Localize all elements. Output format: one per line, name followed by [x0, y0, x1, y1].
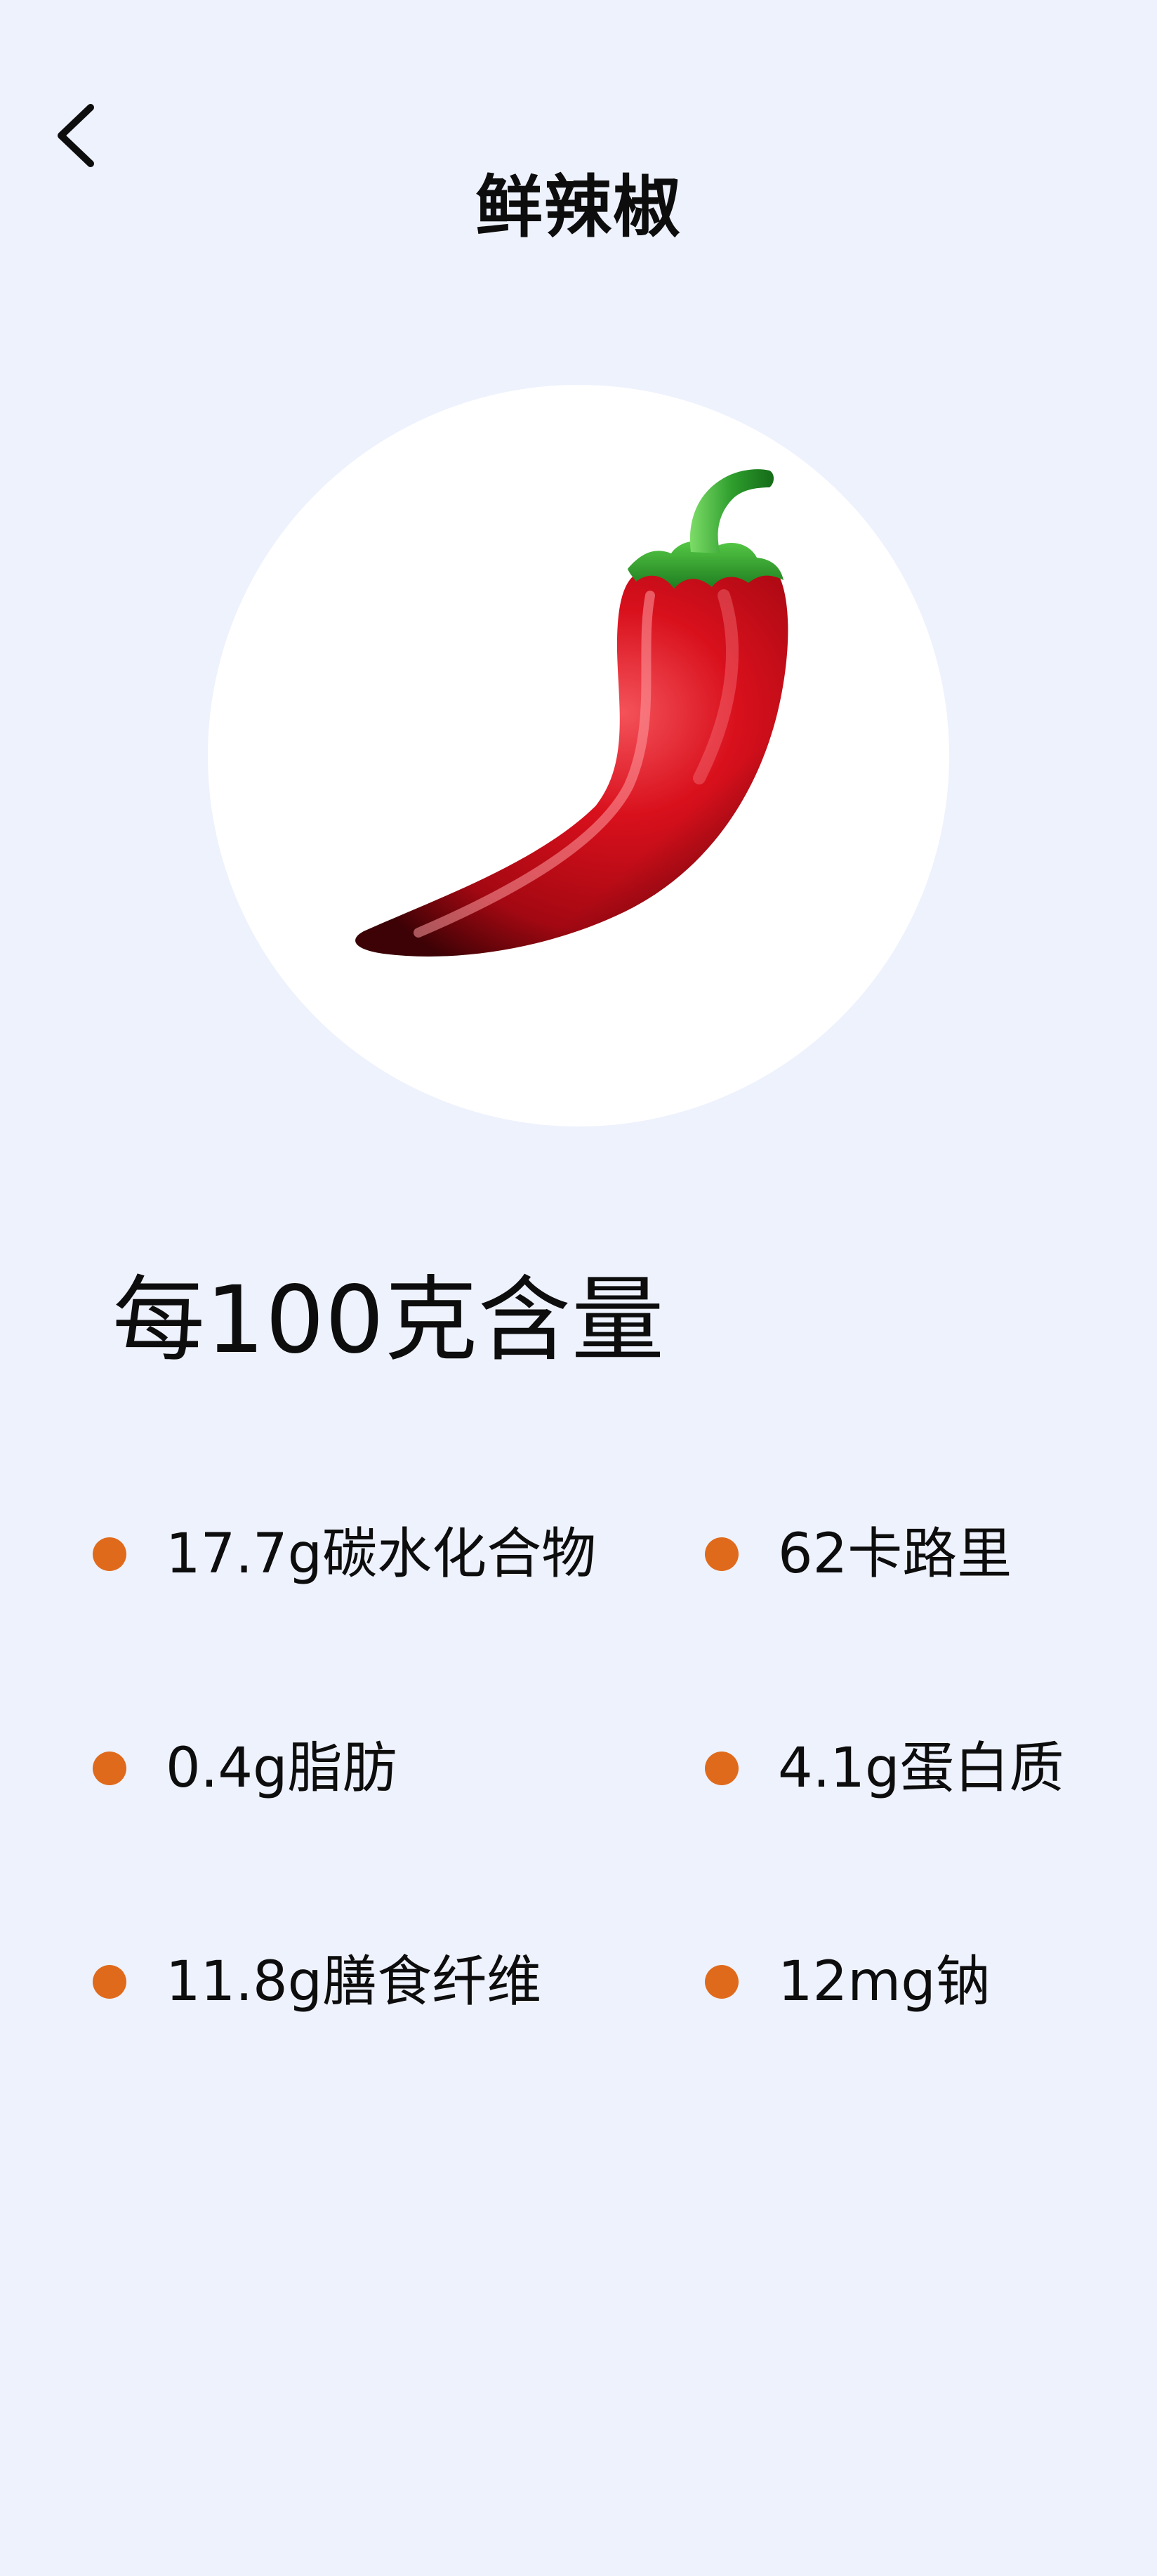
- page-title: 鲜辣椒: [475, 168, 682, 247]
- nutrient-item: 17.7g碳水化合物: [93, 1512, 596, 1596]
- bullet-dot-icon: [93, 1537, 126, 1571]
- nutrient-calories: 62卡路里: [778, 1523, 1012, 1586]
- chevron-left-icon: [58, 104, 94, 167]
- bullet-dot-icon: [705, 1537, 739, 1571]
- food-image-container: [208, 385, 949, 1126]
- nutrient-carbohydrates: 17.7g碳水化合物: [166, 1523, 597, 1586]
- nutrition-heading: 每100克含量: [112, 1266, 665, 1374]
- nutrient-fiber: 11.8g膳食纤维: [166, 1950, 542, 2013]
- nutrient-sodium: 12mg钠: [778, 1950, 991, 2013]
- nutrient-item: 4.1g蛋白质: [705, 1726, 1064, 1811]
- nutrient-protein: 4.1g蛋白质: [778, 1737, 1064, 1800]
- nutrient-item: 12mg钠: [705, 1940, 991, 2024]
- header: 鲜辣椒: [0, 0, 1157, 295]
- bullet-dot-icon: [705, 1965, 739, 1999]
- bullet-dot-icon: [93, 1752, 126, 1785]
- nutrient-item: 0.4g脂肪: [93, 1726, 397, 1811]
- nutrient-fat: 0.4g脂肪: [166, 1737, 397, 1800]
- bullet-dot-icon: [93, 1965, 126, 1999]
- nutrient-item: 62卡路里: [705, 1512, 1012, 1596]
- bullet-dot-icon: [705, 1752, 739, 1785]
- nutrient-item: 11.8g膳食纤维: [93, 1940, 541, 2024]
- chili-pepper-image: [355, 469, 788, 957]
